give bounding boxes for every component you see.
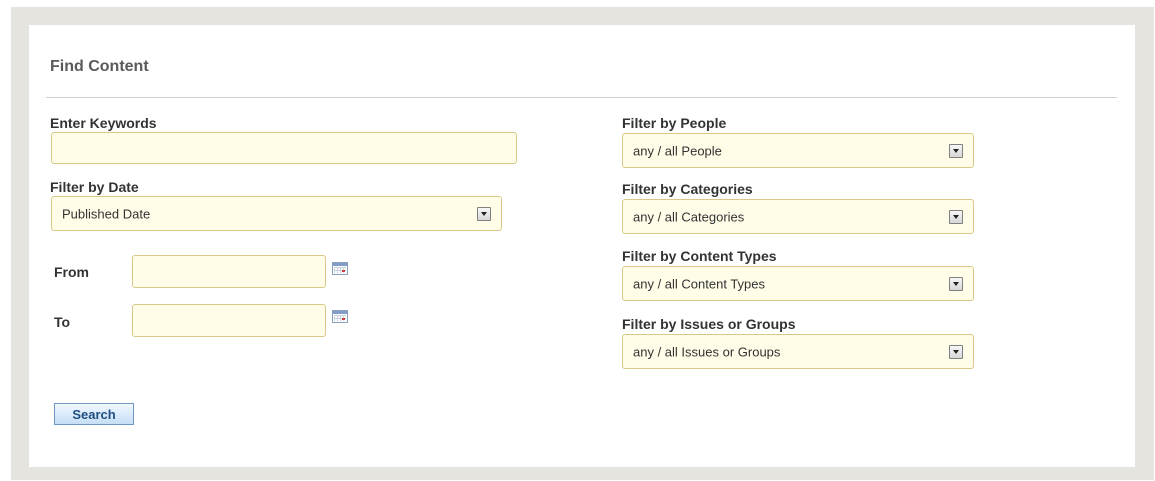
- date-filter-select[interactable]: Published Date: [51, 196, 502, 231]
- people-filter-label: Filter by People: [622, 115, 727, 131]
- chevron-down-icon[interactable]: [477, 206, 491, 221]
- people-filter-select[interactable]: any / all People: [622, 133, 974, 168]
- issues-filter-label: Filter by Issues or Groups: [622, 316, 796, 332]
- page-title: Find Content: [50, 58, 149, 75]
- title-divider: [46, 97, 1117, 98]
- date-filter-label: Filter by Date: [50, 179, 139, 195]
- categories-filter-label: Filter by Categories: [622, 181, 753, 197]
- date-filter-value: Published Date: [62, 206, 151, 221]
- keywords-input[interactable]: [51, 132, 517, 164]
- calendar-icon[interactable]: [332, 262, 348, 275]
- chevron-down-icon[interactable]: [949, 276, 963, 291]
- issues-filter-select[interactable]: any / all Issues or Groups: [622, 334, 974, 369]
- chevron-down-icon[interactable]: [949, 344, 963, 359]
- to-label: To: [54, 314, 71, 330]
- from-date-input[interactable]: [132, 255, 326, 288]
- calendar-icon[interactable]: [332, 310, 348, 323]
- issues-filter-value: any / all Issues or Groups: [633, 344, 781, 359]
- chevron-down-icon[interactable]: [949, 209, 963, 224]
- content-types-filter-value: any / all Content Types: [633, 276, 766, 291]
- from-label: From: [54, 264, 89, 280]
- content-types-filter-label: Filter by Content Types: [622, 248, 777, 264]
- chevron-down-icon[interactable]: [949, 143, 963, 158]
- find-content-panel: [29, 25, 1135, 467]
- search-button[interactable]: Search: [54, 403, 134, 425]
- categories-filter-value: any / all Categories: [633, 209, 745, 224]
- to-date-input[interactable]: [132, 304, 326, 337]
- categories-filter-select[interactable]: any / all Categories: [622, 199, 974, 234]
- keywords-label: Enter Keywords: [50, 115, 157, 131]
- people-filter-value: any / all People: [633, 143, 722, 158]
- content-types-filter-select[interactable]: any / all Content Types: [622, 266, 974, 301]
